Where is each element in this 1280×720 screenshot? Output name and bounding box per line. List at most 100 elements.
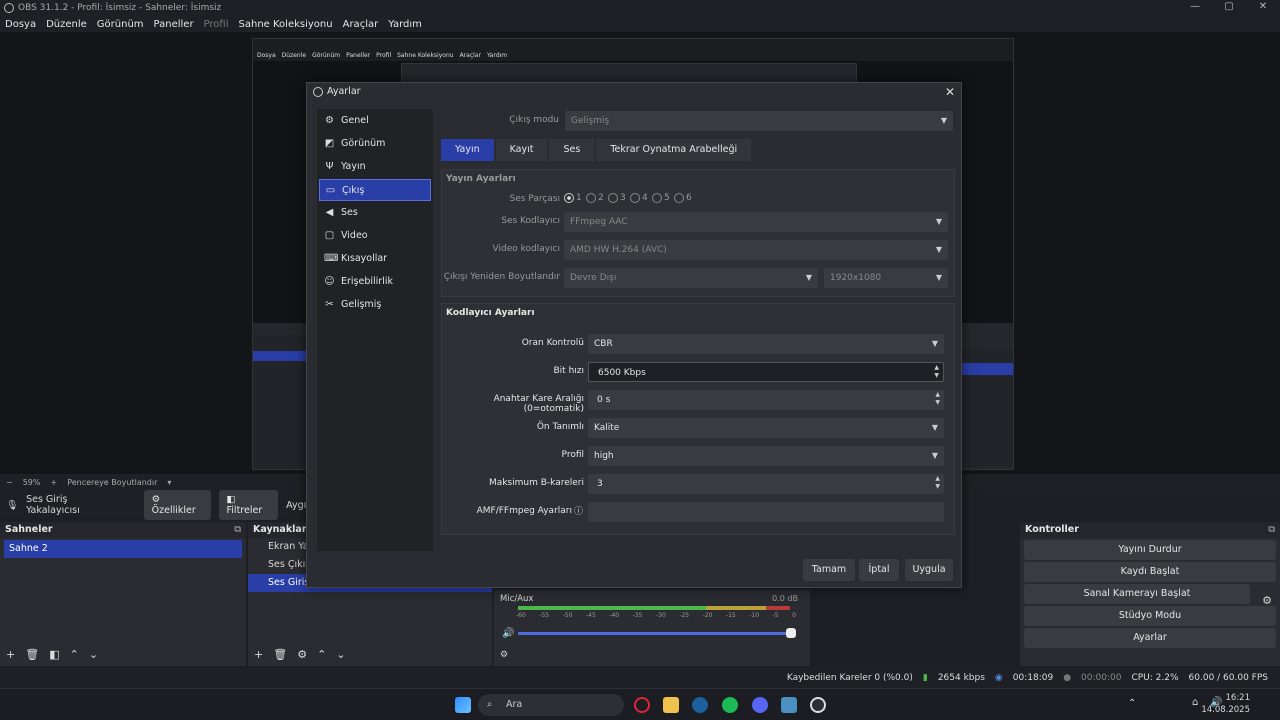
scene-item[interactable]: Sahne 2 [4, 540, 242, 558]
move-down-button[interactable]: ⌄ [89, 648, 98, 661]
rescale-resolution-select[interactable]: 1920x1080 ▼ [824, 268, 948, 288]
audio-encoder-select[interactable]: FFmpeg AAC ▼ [564, 212, 948, 232]
track-radio-3[interactable]: 3 [608, 193, 626, 203]
video-encoder-select[interactable]: AMD HW H.264 (AVC) ▼ [564, 240, 948, 260]
mixer-settings-icon[interactable]: ⚙ [500, 650, 508, 660]
windows-start-icon[interactable] [455, 697, 471, 713]
add-source-button[interactable]: + [254, 648, 263, 661]
steam-icon[interactable] [692, 697, 708, 713]
close-icon[interactable]: ✕ [945, 83, 955, 101]
discord-icon[interactable] [752, 697, 768, 713]
zoom-mode-select[interactable]: Pencereye Boyutlandır [67, 478, 157, 487]
clock-date[interactable]: 14.08.2025 [1201, 705, 1250, 715]
taskbar-search[interactable]: ⌕ Ara [478, 694, 624, 716]
tab-replay-buffer[interactable]: Tekrar Oynatma Arabelleği [596, 139, 752, 161]
microphone-icon: 🎙 [6, 499, 19, 511]
app-icon[interactable] [781, 697, 797, 713]
nav-stream[interactable]: Ψ Yayın [319, 156, 431, 178]
stop-stream-button[interactable]: Yayını Durdur [1024, 540, 1276, 560]
ffmpeg-options-input[interactable] [588, 502, 944, 522]
bitrate-readout: 2654 kbps [937, 673, 985, 683]
track-radio-4[interactable]: 4 [630, 193, 648, 203]
ok-button[interactable]: Tamam [803, 559, 855, 581]
track-radio-1[interactable]: 1 [564, 193, 582, 203]
folder-icon[interactable] [663, 697, 679, 713]
tab-recording[interactable]: Kayıt [495, 139, 548, 161]
move-up-button[interactable]: ⌃ [317, 648, 326, 661]
profile-select[interactable]: high ▼ [588, 446, 944, 466]
output-mode-select[interactable]: Gelişmiş ▼ [565, 111, 953, 131]
filters-button[interactable]: ◧ Filtreler [218, 490, 279, 520]
track-radio-2[interactable]: 2 [586, 193, 604, 203]
start-record-button[interactable]: Kaydı Başlat [1024, 562, 1276, 582]
remove-scene-button[interactable]: 🗑 [25, 648, 39, 661]
spin-arrows-icon[interactable]: ▲ ▼ [935, 475, 940, 491]
tab-audio[interactable]: Ses [549, 139, 595, 161]
menu-profile[interactable]: Profil [204, 19, 229, 30]
preset-select[interactable]: Kalite ▼ [588, 418, 944, 438]
maximize-button[interactable]: ▢ [1212, 0, 1246, 14]
volume-slider[interactable] [518, 632, 792, 635]
studio-mode-button[interactable]: Stüdyo Modu [1024, 606, 1276, 626]
menu-scene-collection[interactable]: Sahne Koleksiyonu [239, 19, 333, 30]
obs-taskbar-icon[interactable] [810, 697, 826, 713]
speaker-icon: ◀ [325, 207, 334, 218]
clock-time[interactable]: 16:21 [1226, 693, 1251, 703]
keyframe-interval-input[interactable]: 0 s ▲ ▼ [588, 390, 944, 410]
scenes-dock: Sahneler ⧉ Sahne 2 + 🗑 ◧ ⌃ ⌄ [0, 522, 246, 666]
nav-video[interactable]: ▢ Video [319, 225, 431, 247]
bitrate-input[interactable]: 6500 Kbps ▲ ▼ [588, 362, 944, 382]
menu-view[interactable]: Görünüm [97, 19, 144, 30]
apply-button[interactable]: Uygula [905, 559, 953, 581]
rescale-select[interactable]: Devre Dışı ▼ [564, 268, 818, 288]
source-properties-gear-icon[interactable]: ⚙ [297, 648, 307, 661]
virtual-camera-button[interactable]: Sanal Kamerayı Başlat [1024, 584, 1250, 604]
menu-edit[interactable]: Düzenle [46, 19, 87, 30]
menu-help[interactable]: Yardım [388, 19, 422, 30]
remove-source-button[interactable]: 🗑 [273, 648, 287, 661]
opera-icon[interactable] [634, 697, 650, 713]
tray-chevron-icon[interactable]: ⌃ [1128, 698, 1136, 709]
accessibility-icon: ☺ [324, 276, 335, 287]
profile-label: Profil [561, 450, 584, 460]
popout-icon[interactable]: ⧉ [1268, 522, 1275, 538]
nav-hotkeys[interactable]: ⌨ Kısayollar [319, 248, 431, 270]
spin-arrows-icon[interactable]: ▲ ▼ [935, 391, 940, 407]
rate-control-select[interactable]: CBR ▼ [588, 334, 944, 354]
properties-button[interactable]: ⚙ Özellikler [143, 490, 211, 520]
cancel-button[interactable]: İptal [859, 559, 899, 581]
title-bar: OBS 31.1.2 - Profil: İsimsiz - Sahneler:… [0, 0, 1280, 16]
track-radio-6[interactable]: 6 [674, 193, 692, 203]
nav-appearance[interactable]: ◩ Görünüm [319, 133, 431, 155]
track-radio-5[interactable]: 5 [652, 193, 670, 203]
max-bframes-input[interactable]: 3 ▲ ▼ [588, 474, 944, 494]
popout-icon[interactable]: ⧉ [234, 522, 241, 538]
add-scene-button[interactable]: + [6, 648, 15, 661]
speaker-icon[interactable]: 🔊 [502, 628, 514, 639]
virtual-camera-gear-icon[interactable]: ⚙ [1262, 594, 1272, 607]
preset-label: Ön Tanımlı [536, 422, 584, 432]
zoom-out-button[interactable]: − [6, 478, 13, 487]
settings-button[interactable]: Ayarlar [1024, 628, 1276, 648]
close-window-button[interactable]: ✕ [1246, 0, 1280, 14]
move-down-button[interactable]: ⌄ [336, 648, 345, 661]
menu-docks[interactable]: Paneller [154, 19, 194, 30]
menu-file[interactable]: Dosya [5, 19, 36, 30]
nav-audio[interactable]: ◀ Ses [319, 202, 431, 224]
help-icon[interactable]: ⓘ [574, 504, 583, 517]
rate-control-label: Oran Kontrolü [521, 338, 584, 348]
move-up-button[interactable]: ⌃ [70, 648, 79, 661]
wifi-icon[interactable]: ⌂ [1192, 697, 1198, 708]
spotify-icon[interactable] [722, 697, 738, 713]
tab-stream[interactable]: Yayın [441, 139, 494, 161]
menu-tools[interactable]: Araçlar [343, 19, 379, 30]
nav-accessibility[interactable]: ☺ Erişebilirlik [319, 271, 431, 293]
nav-general[interactable]: ⚙ Genel [319, 110, 431, 132]
volume-handle[interactable] [786, 628, 796, 638]
minimize-button[interactable]: — [1178, 0, 1212, 14]
spin-arrows-icon[interactable]: ▲ ▼ [934, 364, 939, 380]
nav-output[interactable]: ▭ Çıkış [319, 179, 431, 201]
zoom-in-button[interactable]: + [50, 478, 57, 487]
scene-filters-button[interactable]: ◧ [49, 648, 59, 661]
nav-advanced[interactable]: ✂ Gelişmiş [319, 294, 431, 316]
